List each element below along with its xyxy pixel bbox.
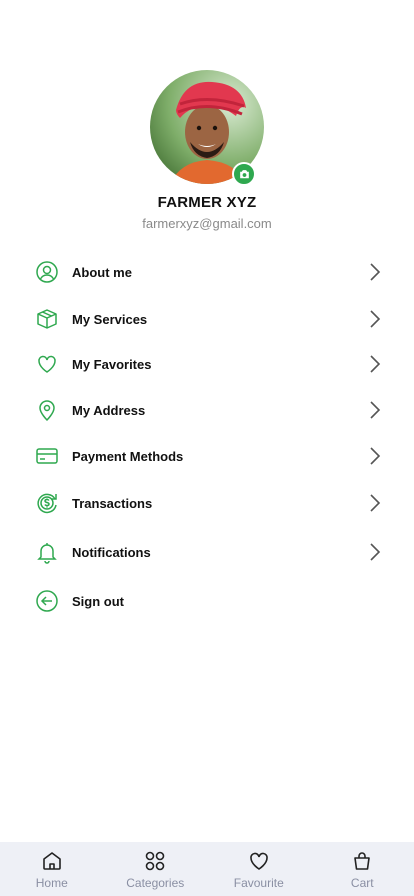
location-pin-icon xyxy=(34,397,60,423)
user-circle-icon xyxy=(34,259,60,285)
menu-item-sign-out[interactable]: Sign out xyxy=(34,581,384,621)
bag-icon xyxy=(349,848,375,874)
bell-icon xyxy=(34,539,60,565)
chevron-right-icon xyxy=(366,308,384,330)
menu-item-payment-methods[interactable]: Payment Methods xyxy=(34,436,384,476)
nav-label: Favourite xyxy=(233,876,284,890)
menu-item-notifications[interactable]: Notifications xyxy=(34,532,384,572)
menu-item-label: My Address xyxy=(72,402,146,418)
camera-icon xyxy=(239,169,249,178)
chevron-right-icon xyxy=(366,261,384,283)
menu-item-label: My Services xyxy=(72,311,148,327)
heart-icon xyxy=(34,351,60,377)
menu-item-label: About me xyxy=(72,264,132,280)
home-icon xyxy=(39,848,65,874)
dollar-cycle-icon xyxy=(34,490,60,516)
credit-card-icon xyxy=(34,443,60,469)
menu-item-label: Sign out xyxy=(72,593,124,609)
nav-label: Home xyxy=(35,876,68,890)
heart-icon xyxy=(246,848,272,874)
menu-item-label: Payment Methods xyxy=(72,448,184,464)
chevron-right-icon xyxy=(366,399,384,421)
chevron-right-icon xyxy=(366,353,384,375)
nav-item-home[interactable]: Home xyxy=(12,848,92,890)
chevron-right-icon xyxy=(366,541,384,563)
chevron-right-icon xyxy=(366,492,384,514)
categories-icon xyxy=(142,848,168,874)
nav-item-favourite[interactable]: Favourite xyxy=(219,848,299,890)
profile-email: farmerxyz@gmail.com xyxy=(142,216,272,231)
chevron-right-icon xyxy=(366,445,384,467)
menu-item-about-me[interactable]: About me xyxy=(34,252,384,292)
menu-item-my-services[interactable]: My Services xyxy=(34,299,384,339)
nav-item-cart[interactable]: Cart xyxy=(322,848,402,890)
menu-item-label: Transactions xyxy=(72,495,153,511)
menu-item-my-address[interactable]: My Address xyxy=(34,390,384,430)
nav-label: Cart xyxy=(350,876,374,890)
nav-item-categories[interactable]: Categories xyxy=(115,848,195,890)
menu-item-label: My Favorites xyxy=(72,356,152,372)
change-photo-button[interactable] xyxy=(232,162,256,186)
menu-item-label: Notifications xyxy=(72,544,151,560)
nav-label: Categories xyxy=(126,876,185,890)
avatar-container xyxy=(150,70,264,186)
menu-item-my-favorites[interactable]: My Favorites xyxy=(34,344,384,384)
profile-header: FARMER XYZ farmerxyz@gmail.com xyxy=(0,70,414,231)
profile-name: FARMER XYZ xyxy=(157,194,257,211)
sign-out-icon xyxy=(34,588,60,614)
box-icon xyxy=(34,306,60,332)
menu-item-transactions[interactable]: Transactions xyxy=(34,483,384,523)
bottom-nav: Home Categories Favourite Cart xyxy=(0,842,414,896)
